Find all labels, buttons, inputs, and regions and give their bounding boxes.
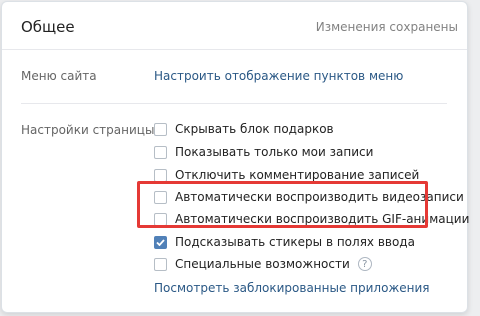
option-hide-gifts[interactable]: Скрывать блок подарков [154,120,334,138]
highlight-frame [137,181,428,228]
option-show-my-posts[interactable]: Показывать только мои записи [154,143,373,161]
page-settings-label: Настройки страницы [21,123,155,137]
page-title: Общее [21,18,75,36]
checkbox[interactable] [154,122,167,136]
option-suggest-stickers[interactable]: Подсказывать стикеры в полях ввода [154,233,415,251]
checkbox[interactable] [154,145,167,159]
option-label: Специальные возможности [175,257,350,271]
section-divider [21,103,447,104]
checkbox[interactable] [154,257,167,271]
settings-card: Общее Изменения сохранены Меню сайта Нас… [1,1,469,313]
option-label: Отключить комментирование записей [175,168,420,182]
option-label: Показывать только мои записи [175,145,374,159]
option-label: Подсказывать стикеры в полях ввода [175,235,415,249]
option-label: Скрывать блок подарков [175,122,334,136]
checkbox[interactable] [154,168,167,182]
option-accessibility[interactable]: Специальные возможности ? [154,255,372,273]
settings-header: Общее Изменения сохранены [2,2,467,50]
blocked-apps-link[interactable]: Посмотреть заблокированные приложения [154,281,430,295]
menu-section-label: Меню сайта [21,69,97,83]
save-status: Изменения сохранены [315,20,458,34]
checkbox[interactable] [154,235,167,249]
question-icon[interactable]: ? [357,257,372,271]
configure-menu-link[interactable]: Настроить отображение пунктов меню [154,69,403,83]
